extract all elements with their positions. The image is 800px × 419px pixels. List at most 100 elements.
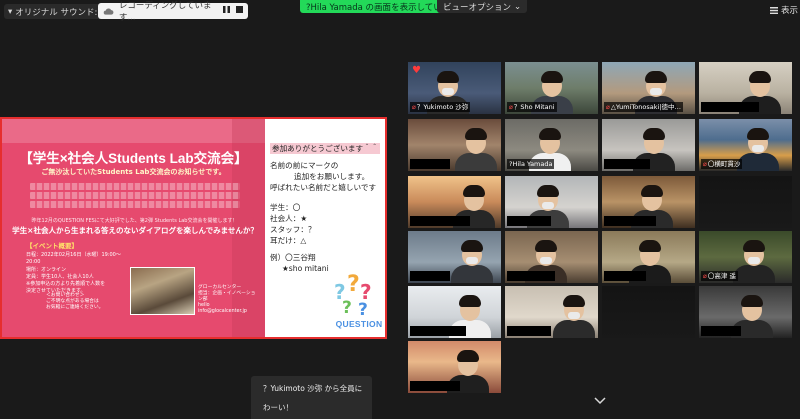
participant-tile[interactable]: ♥ ⌀？Yukimoto 沙弥 xyxy=(408,62,501,114)
flyer-info-line: 定員：学生10人、社会人10人 xyxy=(26,273,94,280)
event-flyer: 【学生×社会人Students Lab交流会】 ご無沙汰していたStudents… xyxy=(2,119,265,337)
participant-tile[interactable] xyxy=(505,176,598,228)
instruction-message: 参加ありがとうございます＾＾ 名前の前にマークの 追加をお願いします。 呼ばれた… xyxy=(270,143,385,274)
participant-hair xyxy=(645,71,667,83)
screen-share-label: ?Hila Yamada の画面を表示しています xyxy=(306,2,459,13)
face-mask xyxy=(568,312,580,319)
face-mask xyxy=(540,257,552,264)
redacted-name-bar xyxy=(410,271,450,281)
participant-name-label: 〇横町貫沙 xyxy=(707,160,741,168)
mic-muted-icon: ⌀ xyxy=(606,103,610,111)
participant-hair xyxy=(465,128,487,140)
participant-tile[interactable]: ⌀△YumiTonosaki|徳中… xyxy=(602,62,695,114)
participant-hair xyxy=(747,128,769,140)
recording-indicator: レコーディングしています... xyxy=(98,1,248,23)
participant-gallery: ♥ ⌀？Yukimoto 沙弥 ⌀？Sho Mitani ⌀△YumiTonosaki… xyxy=(408,62,800,393)
participant-tile[interactable] xyxy=(602,286,695,338)
mic-muted-icon: ⌀ xyxy=(412,103,416,111)
show-more-chevron[interactable] xyxy=(591,397,609,411)
participant-name: ⌀△YumiTonosaki|徳中… xyxy=(604,102,683,112)
instruction-line: 呼ばれたい名前だと嬉しいです xyxy=(270,183,377,192)
participant-name-label: ？Sho Mitani xyxy=(513,103,555,111)
participant-hair xyxy=(437,71,459,83)
participant-tile[interactable] xyxy=(408,341,501,393)
question-marks-icon: ? ? ? ? ? xyxy=(334,272,372,317)
flyer-organizer-line: info@glocalcenter.jp xyxy=(198,309,247,314)
face-mask xyxy=(466,257,478,264)
participant-name: ⌀〇横町貫沙 xyxy=(701,159,743,169)
redacted-name-bar xyxy=(701,326,741,336)
redacted-name-bar xyxy=(604,216,656,226)
participant-body xyxy=(553,320,595,338)
face-mask xyxy=(542,202,554,209)
participant-hair xyxy=(749,71,771,83)
flyer-header-band xyxy=(2,119,265,143)
greeting-text: 参加ありがとうございます＾＾ xyxy=(270,143,381,154)
participant-tile[interactable] xyxy=(699,286,792,338)
stop-recording-button[interactable] xyxy=(236,6,243,16)
participant-hair xyxy=(743,240,765,252)
pause-icon xyxy=(223,6,230,13)
participant-hair xyxy=(535,240,557,252)
participant-name-label: ？Yukimoto 沙弥 xyxy=(416,103,469,111)
participant-tile[interactable] xyxy=(699,176,792,228)
grid-view-icon xyxy=(770,6,778,14)
participant-name-label: ?Hila Yamada xyxy=(509,160,553,168)
participant-tile[interactable] xyxy=(602,176,695,228)
participant-tile[interactable] xyxy=(505,286,598,338)
participant-hair xyxy=(639,240,661,252)
cloud-record-icon xyxy=(103,7,114,15)
view-button[interactable]: 表示 xyxy=(770,4,798,16)
participant-name: ⌀？Sho Mitani xyxy=(507,102,557,112)
flyer-organizer: グローカルセンター 担当：企画・イノベーション部 hello info@gloc… xyxy=(198,285,260,315)
participant-tile[interactable] xyxy=(505,231,598,283)
participant-tile[interactable] xyxy=(408,176,501,228)
flyer-contact-line: お気軽にご連絡ください。 xyxy=(46,305,104,310)
flyer-info-heading: 【イベント概要】 xyxy=(26,242,78,250)
svg-text:?: ? xyxy=(358,300,368,317)
participant-tile[interactable]: ⌀〇横町貫沙 xyxy=(699,119,792,171)
redacted-name-bar xyxy=(507,216,551,226)
view-options-dropdown[interactable]: ビューオプション ⌄ xyxy=(437,0,528,13)
participant-body xyxy=(733,265,775,283)
participant-hair xyxy=(461,240,483,252)
participant-tile[interactable]: ⌀〇高津 遥 xyxy=(699,231,792,283)
heart-reaction-icon: ♥ xyxy=(412,65,421,76)
mark-legend-item: 耳だけ：△ xyxy=(270,236,307,245)
mark-legend-item: スタッフ：？ xyxy=(270,225,316,234)
redacted-name-bar xyxy=(410,216,470,226)
face-mask xyxy=(752,145,764,152)
stop-icon xyxy=(236,6,243,13)
participant-tile[interactable] xyxy=(602,119,695,171)
flyer-event-info: 【イベント概要】 日程：2022年02月16日（水曜）19:00～20:00 場… xyxy=(26,242,126,295)
redacted-name-bar xyxy=(604,159,650,169)
participant-tile[interactable]: ?Hila Yamada xyxy=(505,119,598,171)
question-logo: ? ? ? ? ? QUESTION xyxy=(332,271,384,333)
participant-hair xyxy=(563,295,585,307)
participant-tile[interactable] xyxy=(408,119,501,171)
instruction-line: 名前の前にマークの xyxy=(270,161,339,170)
recording-label: レコーディングしています... xyxy=(118,1,212,23)
flyer-info-line: 場所：オンライン xyxy=(26,266,67,273)
instruction-line: 追加をお願いします。 xyxy=(294,172,370,181)
participant-tile[interactable]: ⌀？Sho Mitani xyxy=(505,62,598,114)
participant-name-label: 〇高津 遥 xyxy=(707,272,736,280)
chat-notification[interactable]: ？Yukimoto 沙弥 から全員に わーい！ xyxy=(251,376,372,419)
face-mask xyxy=(748,257,760,264)
participant-hair xyxy=(641,185,663,197)
participant-tile[interactable] xyxy=(699,62,792,114)
video-background xyxy=(699,176,792,228)
participant-body xyxy=(455,153,497,171)
redacted-name-bar xyxy=(701,102,759,112)
participant-tile[interactable] xyxy=(408,286,501,338)
flyer-body-text-blur xyxy=(30,183,240,210)
flyer-info-line: 日程：2022年02月16日（水曜）19:00～20:00 xyxy=(26,252,121,266)
participant-tile[interactable] xyxy=(602,231,695,283)
mark-legend-item: 学生：〇 xyxy=(270,203,301,212)
pause-recording-button[interactable] xyxy=(223,6,230,16)
video-background xyxy=(602,286,695,338)
zoom-meeting-window: ▾ オリジナル サウンド: オフ レコーディングしています... ?Hila Y… xyxy=(0,0,800,419)
top-bar: ▾ オリジナル サウンド: オフ レコーディングしています... ?Hila Y… xyxy=(0,0,800,23)
participant-tile[interactable] xyxy=(408,231,501,283)
flyer-subtitle: ご無沙汰していたStudents Lab交流会のお知らせです。 xyxy=(41,168,226,176)
